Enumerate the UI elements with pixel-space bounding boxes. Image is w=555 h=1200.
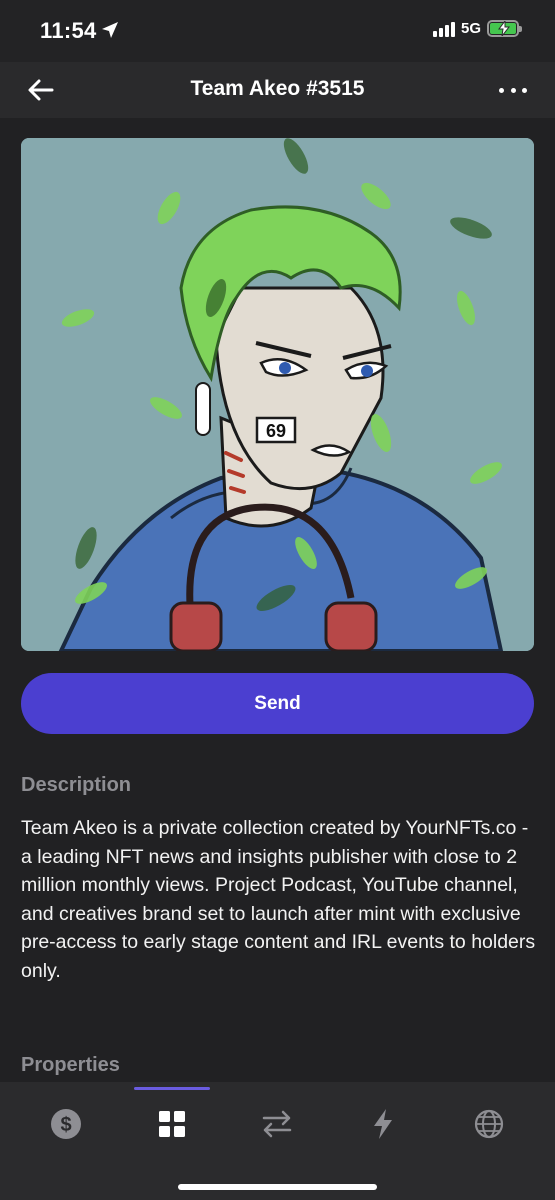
- svg-text:$: $: [60, 1114, 71, 1136]
- globe-icon: [474, 1109, 504, 1139]
- cellular-signal-icon: [432, 21, 455, 37]
- properties-heading: Properties: [21, 1054, 120, 1076]
- lightning-icon: [374, 1109, 392, 1139]
- top-nav: Team Akeo #3515: [0, 62, 555, 118]
- bottom-tab-bar: $: [0, 1082, 555, 1200]
- battery-icon: [487, 20, 522, 37]
- page-title: Team Akeo #3515: [190, 77, 365, 100]
- tab-activity[interactable]: [353, 1102, 413, 1146]
- more-button[interactable]: [499, 78, 527, 102]
- description-heading: Description: [21, 774, 132, 796]
- home-indicator[interactable]: [178, 1184, 377, 1190]
- active-tab-indicator: [134, 1087, 210, 1090]
- cheek-number-label: 69: [265, 421, 287, 441]
- status-indicators: 5G: [432, 20, 522, 37]
- tab-browser[interactable]: [459, 1102, 519, 1146]
- nft-illustration: [21, 138, 534, 651]
- send-button[interactable]: Send: [21, 673, 534, 734]
- grid-icon: [159, 1111, 185, 1137]
- description-text: Team Akeo is a private collection create…: [21, 817, 536, 982]
- status-bar: 11:54 5G: [0, 0, 555, 62]
- swap-arrows-icon: [262, 1110, 292, 1138]
- tab-swap[interactable]: [247, 1102, 307, 1146]
- location-arrow-icon: [102, 22, 118, 38]
- tab-collectibles[interactable]: [142, 1102, 202, 1146]
- network-type: 5G: [460, 20, 481, 37]
- more-horizontal-icon: [499, 87, 504, 93]
- tab-wallet[interactable]: $: [36, 1102, 96, 1146]
- dollar-icon: $: [51, 1109, 81, 1139]
- nft-artwork[interactable]: 69: [21, 138, 534, 651]
- status-time: 11:54: [40, 18, 97, 43]
